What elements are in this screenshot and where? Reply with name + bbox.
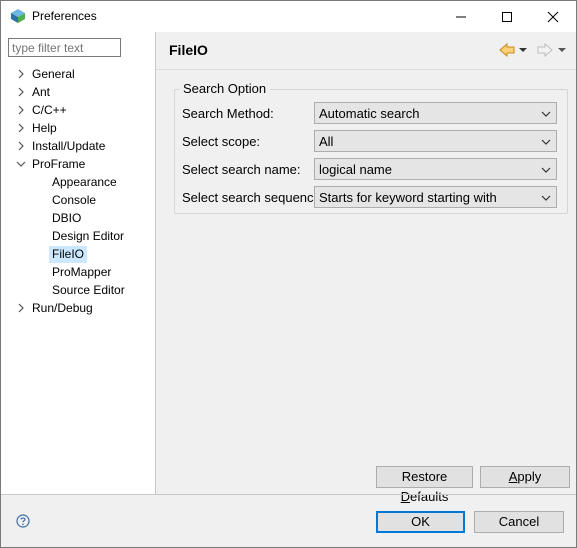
- chevron-down-icon: [558, 48, 566, 52]
- filter-input[interactable]: [8, 38, 121, 57]
- select-search-name-label: Select search name:: [182, 162, 301, 177]
- chevron-right-icon[interactable]: [15, 68, 27, 80]
- tree-item-label: Ant: [32, 85, 51, 99]
- chevron-right-icon[interactable]: [15, 86, 27, 98]
- preferences-app-icon: [10, 8, 26, 24]
- back-arrow-icon: [499, 42, 515, 58]
- tree-item-label: ProFrame: [32, 157, 86, 171]
- select-scope-label: Select scope:: [182, 134, 261, 149]
- tree-item-label: Install/Update: [32, 139, 106, 153]
- chevron-down-icon: [541, 167, 551, 173]
- help-button[interactable]: [16, 514, 30, 528]
- chevron-down-icon[interactable]: [15, 158, 27, 170]
- select-search-name-value: logical name: [319, 162, 392, 177]
- chevron-down-icon: [541, 111, 551, 117]
- chevron-down-icon: [541, 139, 551, 145]
- help-icon: [16, 514, 30, 528]
- apply-label-post: pply: [517, 469, 542, 484]
- restore-defaults-mnemonic: D: [400, 489, 411, 504]
- minimize-button[interactable]: [438, 1, 484, 32]
- maximize-button[interactable]: [484, 1, 530, 32]
- footer-divider: [1, 494, 576, 495]
- select-search-name-select[interactable]: logical name: [314, 158, 557, 180]
- select-search-sequence-select[interactable]: Starts for keyword starting with: [314, 186, 557, 208]
- restore-defaults-button[interactable]: Restore Defaults: [376, 466, 473, 504]
- select-scope-value: All: [319, 134, 334, 149]
- chevron-down-icon: [541, 195, 551, 201]
- window-title: Preferences: [32, 9, 97, 23]
- tree-item-dbio[interactable]: DBIO: [49, 210, 84, 227]
- tree-item-label: General: [32, 67, 75, 81]
- header-divider: [156, 69, 576, 70]
- search-option-group-title: Search Option: [179, 81, 271, 96]
- search-method-value: Automatic search: [319, 106, 420, 121]
- forward-menu-button[interactable]: [556, 40, 576, 60]
- minimize-icon: [456, 16, 466, 18]
- chevron-down-icon: [519, 48, 527, 52]
- preferences-window: Preferences General Ant C/C++ Help: [0, 0, 577, 548]
- search-method-label: Search Method:: [182, 106, 274, 121]
- restore-defaults-label-pre: Restore: [401, 469, 448, 484]
- search-method-select[interactable]: Automatic search: [314, 102, 557, 124]
- maximize-icon: [502, 12, 512, 22]
- select-search-sequence-value: Starts for keyword starting with: [319, 190, 497, 205]
- close-icon: [547, 11, 559, 23]
- page-title: FileIO: [169, 42, 208, 58]
- chevron-right-icon[interactable]: [15, 302, 27, 314]
- tree-item-design-editor[interactable]: Design Editor: [49, 228, 127, 245]
- tree-item-fileio[interactable]: FileIO: [49, 246, 88, 263]
- tree-item-label: Run/Debug: [32, 301, 93, 315]
- preference-tree-pane: General Ant C/C++ Help Install/Update Pr…: [1, 32, 156, 494]
- restore-defaults-label-post: efaults: [410, 489, 449, 504]
- forward-button[interactable]: [534, 40, 554, 60]
- chevron-right-icon[interactable]: [15, 104, 27, 116]
- chevron-right-icon[interactable]: [15, 140, 27, 152]
- page-header: FileIO: [156, 32, 576, 69]
- tree-item-label: Help: [32, 121, 57, 135]
- tree-item-label: C/C++: [32, 103, 67, 117]
- tree-item-appearance[interactable]: Appearance: [49, 174, 120, 191]
- ok-button[interactable]: OK: [376, 511, 465, 533]
- apply-button[interactable]: Apply: [480, 466, 570, 488]
- forward-arrow-icon: [537, 42, 553, 58]
- chevron-right-icon[interactable]: [15, 122, 27, 134]
- tree-item-console[interactable]: Console: [49, 192, 99, 209]
- select-scope-select[interactable]: All: [314, 130, 557, 152]
- title-bar: Preferences: [1, 1, 576, 32]
- tree-item-source-editor[interactable]: Source Editor: [49, 282, 128, 299]
- close-button[interactable]: [530, 1, 576, 32]
- back-button[interactable]: [498, 40, 518, 60]
- tree-item-promapper[interactable]: ProMapper: [49, 264, 114, 281]
- select-search-sequence-label: Select search sequence:: [182, 190, 325, 205]
- cancel-button[interactable]: Cancel: [474, 511, 564, 533]
